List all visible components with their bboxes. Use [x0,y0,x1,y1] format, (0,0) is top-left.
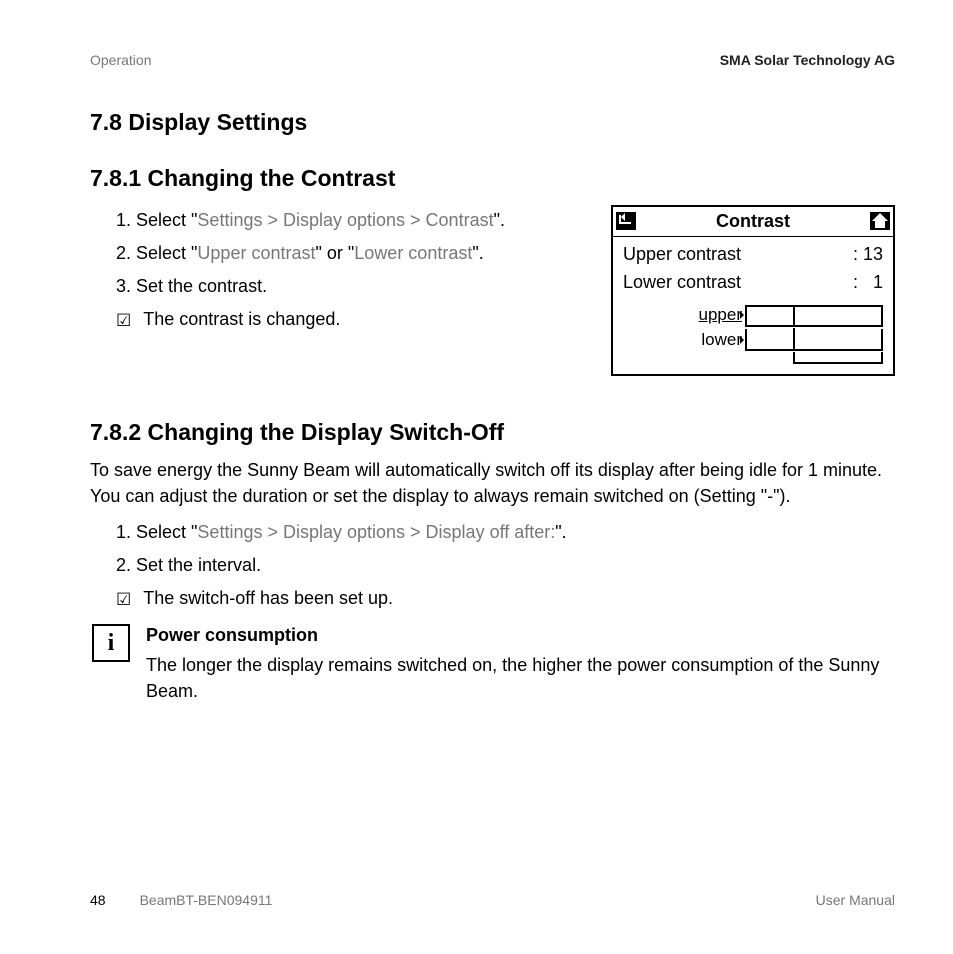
bar-upper [745,305,883,327]
doc-id: BeamBT-BEN094911 [140,890,273,910]
check-icon: ☑ [116,588,131,613]
bar-lower [745,329,883,351]
result-switchoff: ☑ The switch-off has been set up. [116,585,895,612]
back-icon [616,212,636,230]
lcd-row-lower: Lower contrast : 1 [623,269,883,295]
aux-bar [793,352,883,364]
info-body: The longer the display remains switched … [146,652,895,704]
page-header: Operation SMA Solar Technology AG [90,50,895,70]
subsection-title-contrast: 7.8.1 Changing the Contrast [90,162,895,195]
lcd-contrast-screen: Contrast Upper contrast : 13 Lower contr… [611,205,895,376]
footer-label: User Manual [816,890,895,910]
steps-contrast: Select "Settings > Display options > Con… [90,207,589,299]
info-icon: i [92,624,130,662]
page-number: 48 [90,890,106,910]
manual-page: Operation SMA Solar Technology AG 7.8 Di… [0,0,954,954]
menu-path-2: Settings > Display options > Display off… [197,522,555,542]
header-left: Operation [90,50,151,70]
so-step-2: Set the interval. [136,552,895,578]
so-step-1: Select "Settings > Display options > Dis… [136,519,895,545]
meter-upper: upper [623,303,883,328]
lcd-body: Upper contrast : 13 Lower contrast : 1 u… [613,237,893,373]
subsection-title-switchoff: 7.8.2 Changing the Display Switch-Off [90,416,895,449]
check-icon: ☑ [116,309,131,334]
steps-switchoff: Select "Settings > Display options > Dis… [90,519,895,578]
page-footer: 48 BeamBT-BEN094911 User Manual [90,890,895,910]
section-title: 7.8 Display Settings [90,106,895,139]
lcd-meter: upper lower [623,303,883,363]
menu-path: Settings > Display options > Contrast [197,210,493,230]
meter-lower: lower [623,328,883,353]
header-right: SMA Solar Technology AG [720,50,895,70]
step-2: Select "Upper contrast" or "Lower contra… [136,240,589,266]
switchoff-intro: To save energy the Sunny Beam will autom… [90,457,895,509]
lcd-row-upper: Upper contrast : 13 [623,241,883,267]
contrast-block: Select "Settings > Display options > Con… [90,203,895,376]
step-1: Select "Settings > Display options > Con… [136,207,589,233]
info-power-consumption: i Power consumption The longer the displ… [92,622,895,704]
step-3: Set the contrast. [136,273,589,299]
info-title: Power consumption [146,622,895,648]
lcd-titlebar: Contrast [613,207,893,237]
home-icon [870,212,890,230]
lcd-title-text: Contrast [636,208,870,234]
result-contrast: ☑ The contrast is changed. [116,306,589,333]
